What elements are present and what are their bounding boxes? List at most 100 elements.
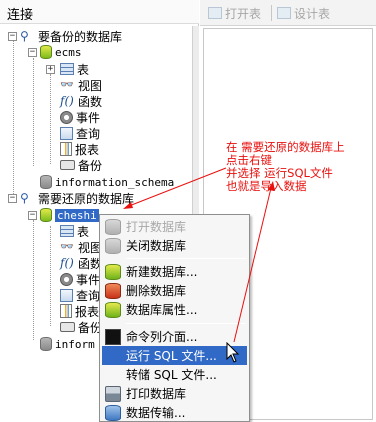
tree-item-function[interactable]: f() 函数 [60,255,102,271]
dump-sql-icon [105,367,121,383]
tree-item-label: 事件 [76,110,101,125]
delete-database-icon [105,282,121,299]
menu-item-label: 命令列介面... [126,330,198,344]
tree-connection-label: 需要还原的数据库 [38,191,135,206]
tree-item-label: 函数 [78,94,103,109]
tree-line [13,40,14,196]
tree-db-information-schema[interactable]: information_schema [40,174,174,190]
tree-item-label: 表 [77,224,90,239]
backup-icon [60,160,75,170]
tree-item-view[interactable]: 👓 视图 [60,239,102,255]
new-database-icon [105,263,121,280]
menu-item-label: 关闭数据库 [126,239,187,253]
tree-item-label: 报表 [75,142,100,157]
menu-item-close-database[interactable]: 关闭数据库 [102,236,247,255]
connection-header: 连接 [0,0,199,24]
printer-icon [105,385,121,402]
menu-item-data-transfer[interactable]: 数据传输... [102,403,247,422]
database-icon [105,237,121,254]
menu-separator [126,323,246,324]
tree-item-query[interactable]: 查询 [60,125,100,141]
context-menu: 打开数据库 关闭数据库 新建数据库... 删除数据库 数据库属性... 命令列介… [99,214,250,422]
menu-item-database-properties[interactable]: 数据库属性... [102,300,247,319]
design-table-label: 设计表 [294,6,331,21]
tree-connection-restore[interactable]: ⚲ 需要还原的数据库 [20,190,134,206]
data-transfer-icon [105,404,121,421]
menu-item-label: 打印数据库 [126,387,187,401]
menu-item-new-database[interactable]: 新建数据库... [102,262,247,281]
collapse-toggle[interactable]: − [8,194,17,203]
tree-db-label: information_schema [55,175,175,189]
backup-icon [60,322,75,332]
run-sql-icon [105,348,121,364]
database-properties-icon [105,301,121,318]
menu-item-label: 运行 SQL 文件... [126,349,217,363]
report-icon [60,304,72,318]
tree-item-backup[interactable]: 备份 [60,157,102,173]
tree-item-table[interactable]: 表 [60,61,89,77]
tree-item-label: 查询 [76,288,101,303]
report-icon [60,142,72,156]
design-table-icon [277,7,291,19]
tree-item-table[interactable]: 表 [60,223,89,239]
tree-db-label: ecms [55,45,82,59]
collapse-toggle[interactable]: − [28,48,37,57]
tree-item-backup[interactable]: 备份 [60,319,102,335]
tree-db-label: inform [55,337,95,351]
database-icon [40,175,52,189]
menu-item-dump-sql-file[interactable]: 转储 SQL 文件... [102,365,247,384]
tree-item-report[interactable]: 报表 [60,303,99,319]
menu-item-label: 数据库属性... [126,303,198,317]
open-table-button[interactable]: 打开表 [208,3,261,23]
tree-item-view[interactable]: 👓 视图 [60,77,102,93]
connection-header-title: 连接 [7,8,34,23]
database-icon [105,218,121,235]
tree-item-label: 事件 [76,272,101,287]
database-icon [40,45,52,59]
table-icon [60,63,74,75]
tree-line [50,74,51,164]
tree-item-label: 视图 [78,78,103,93]
tree-item-label: 备份 [78,158,103,173]
tree-line [33,220,34,340]
database-icon [40,208,52,222]
menu-item-label: 打开数据库 [126,220,187,234]
tree-connection-backup[interactable]: ⚲ 要备份的数据库 [20,28,122,44]
view-icon: 👓 [60,78,74,91]
menu-item-open-database[interactable]: 打开数据库 [102,217,247,236]
tree-item-report[interactable]: 报表 [60,141,99,157]
database-icon [40,337,52,351]
annotation-line: 也就是导入数据 [226,179,307,193]
collapse-toggle[interactable]: − [28,211,37,220]
menu-item-label: 数据传输... [126,406,186,420]
design-table-button[interactable]: 设计表 [277,3,330,23]
menu-item-delete-database[interactable]: 删除数据库 [102,281,247,300]
open-table-label: 打开表 [225,6,262,21]
connection-icon: ⚲ [20,29,29,43]
console-icon [105,328,121,345]
query-icon [60,288,73,302]
tree-db-cheshi[interactable]: cheshi [40,207,99,223]
tree-db-label-selected: cheshi [55,208,99,222]
menu-item-label: 新建数据库... [126,265,198,279]
table-icon [60,225,74,237]
collapse-toggle[interactable]: − [8,32,17,41]
query-icon [60,126,73,140]
tree-item-event[interactable]: 事件 [60,271,100,287]
event-icon [60,110,73,124]
tree-connection-label: 要备份的数据库 [38,29,123,44]
view-icon: 👓 [60,240,74,253]
table-icon [208,7,222,19]
connection-icon: ⚲ [20,191,29,205]
tree-item-query[interactable]: 查询 [60,287,100,303]
menu-item-label: 转储 SQL 文件... [126,368,217,382]
tree-line [50,226,51,326]
function-icon: f() [60,256,74,270]
tree-item-event[interactable]: 事件 [60,109,100,125]
object-toolbar: 打开表 设计表 [200,0,376,26]
tree-db-information-schema-2[interactable]: inform [40,336,95,352]
expand-toggle[interactable]: + [46,65,55,74]
tree-item-function[interactable]: f() 函数 [60,93,102,109]
menu-item-print-database[interactable]: 打印数据库 [102,384,247,403]
tree-db-ecms[interactable]: ecms [40,44,82,60]
